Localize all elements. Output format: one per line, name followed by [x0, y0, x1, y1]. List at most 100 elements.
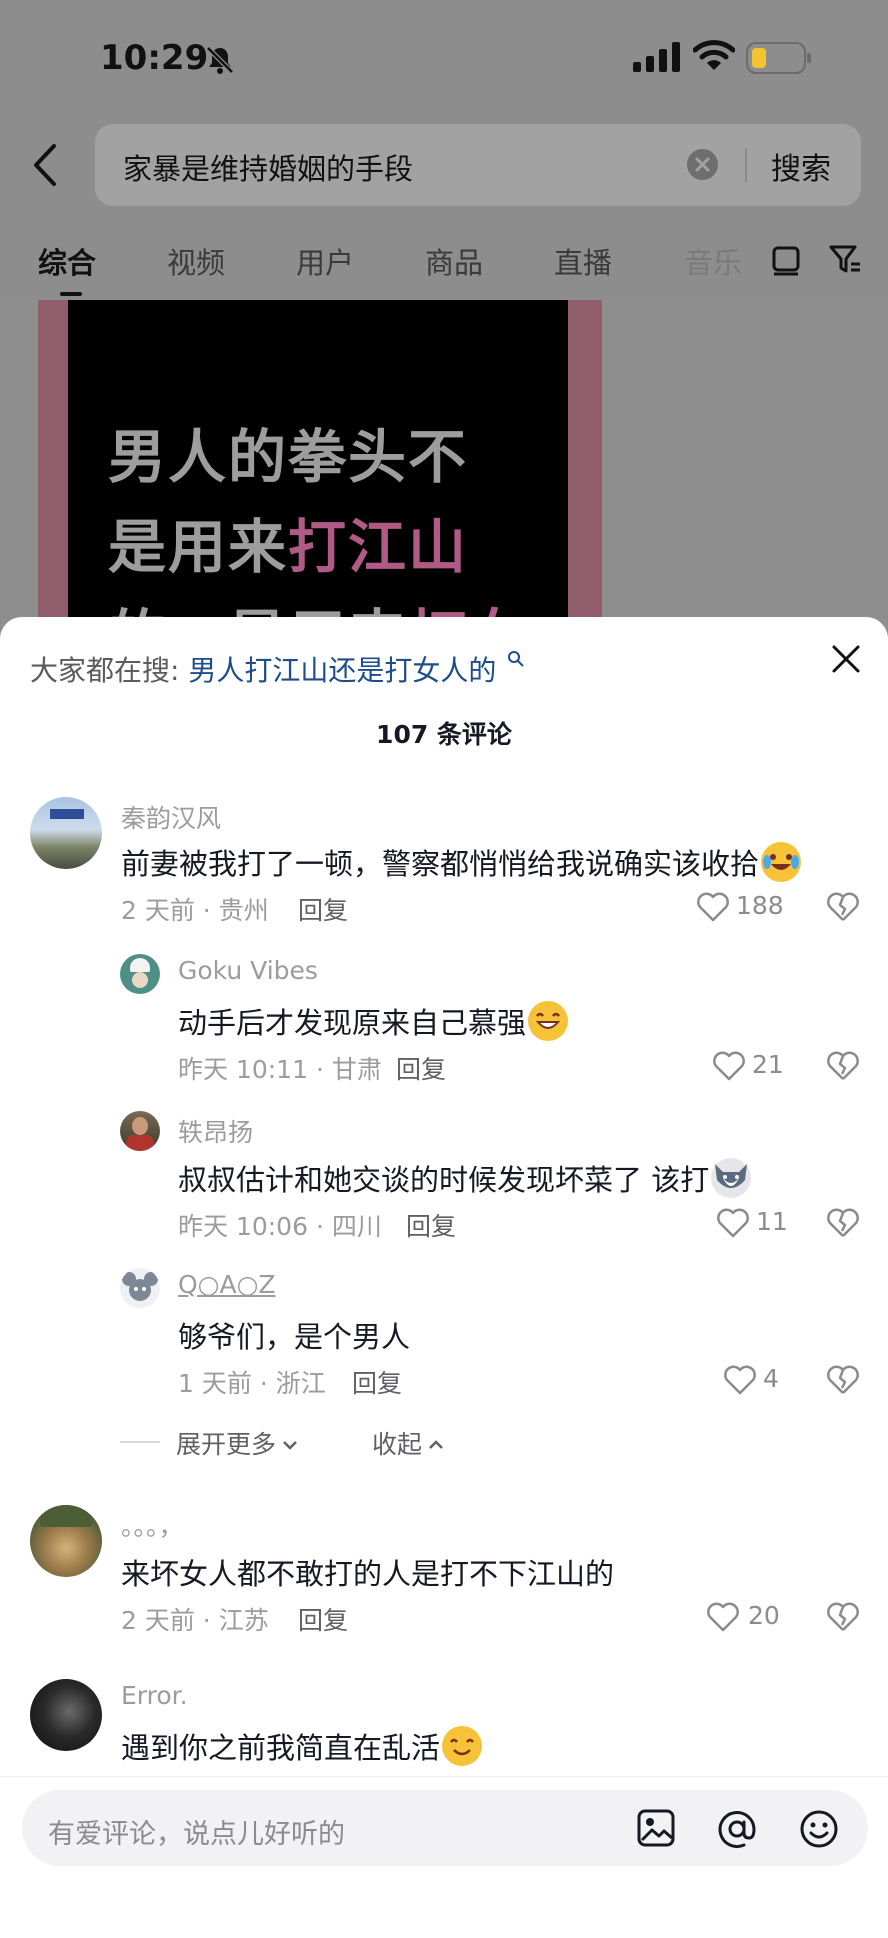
reply-button[interactable]: 回复	[298, 1601, 348, 1637]
avatar[interactable]	[120, 954, 160, 994]
result-tabs: 综合 视频 用户 商品 直播 音乐	[0, 232, 888, 302]
replies-toggle-row: 展开更多 收起	[0, 1421, 888, 1461]
comment-meta: 2 天前 · 贵州	[121, 896, 269, 925]
avatar[interactable]	[120, 1268, 160, 1308]
reply-button[interactable]: 回复	[298, 891, 348, 927]
back-arrow-icon[interactable]	[26, 140, 66, 190]
status-bar: 10:29	[0, 0, 888, 115]
comment-text: 来坏女人都不敢打的人是打不下江山的	[121, 1557, 615, 1591]
like-count: 188	[736, 891, 784, 920]
active-tab-indicator	[60, 292, 82, 296]
hot-search-prefix: 大家都在搜:	[30, 654, 180, 687]
comment-author[interactable]: Q○A○Z	[178, 1270, 276, 1299]
collapse-button[interactable]: 收起	[372, 1425, 446, 1461]
comment-text: 叔叔估计和她交谈的时候发现坏菜了 该打	[178, 1157, 752, 1199]
filter-icon[interactable]	[828, 242, 862, 276]
heart-icon[interactable]	[696, 891, 730, 923]
cellular-signal-icon	[633, 42, 680, 72]
tab-users[interactable]: 用户	[296, 240, 354, 282]
heart-icon[interactable]	[723, 1364, 757, 1396]
broken-heart-icon[interactable]	[826, 1601, 860, 1633]
hot-search-suggestion[interactable]: 大家都在搜: 男人打江山还是打女人的	[30, 649, 525, 689]
laugh-cry-emoji	[761, 842, 802, 882]
reply-button[interactable]: 回复	[396, 1050, 446, 1086]
tab-music[interactable]: 音乐	[684, 240, 742, 282]
heart-icon[interactable]	[706, 1601, 740, 1633]
comment-item: 。。。， 来坏女人都不敢打的人是打不下江山的 2 天前 · 江苏 回复 20	[0, 1505, 888, 1655]
comment-author[interactable]: Goku Vibes	[178, 956, 318, 985]
image-icon[interactable]	[636, 1808, 676, 1848]
video-result[interactable]: 男人的拳头不 是用来打江山 的，是用来打女	[0, 300, 888, 630]
comment-sheet: 大家都在搜: 男人打江山还是打女人的 107 条评论 秦韵汉风 前妻被我打了一顿…	[0, 617, 888, 1938]
chevron-up-icon	[429, 1440, 443, 1449]
smile-emoji	[442, 1726, 483, 1766]
video-caption-line1: 男人的拳头不	[108, 423, 469, 491]
comment-author[interactable]: 轶昂扬	[178, 1113, 253, 1149]
comment-text: 动手后才发现原来自己慕强	[178, 1000, 569, 1042]
comment-author[interactable]: 秦韵汉风	[121, 799, 221, 835]
search-input[interactable]: 家暴是维持婚姻的手段 搜索	[95, 124, 861, 206]
comment-input-bar: 有爱评论，说点儿好听的	[0, 1776, 888, 1938]
battery-icon	[746, 42, 811, 74]
video-caption-line2: 是用来打江山	[108, 513, 469, 581]
comment-author[interactable]: Error.	[121, 1681, 188, 1710]
grin-emoji	[528, 1001, 569, 1041]
avatar[interactable]	[30, 1679, 102, 1751]
emoji-icon[interactable]	[798, 1808, 840, 1850]
search-button[interactable]: 搜索	[771, 144, 831, 188]
divider-line	[120, 1441, 160, 1443]
like-count: 11	[756, 1207, 788, 1236]
clear-icon[interactable]	[687, 149, 718, 180]
comment-meta: 昨天 10:06 · 四川	[178, 1212, 382, 1241]
broken-heart-icon[interactable]	[826, 1050, 860, 1082]
comment-meta: 1 天前 · 浙江	[178, 1369, 326, 1398]
chevron-down-icon	[283, 1441, 297, 1450]
comment-item: Error. 遇到你之前我简直在乱活	[0, 1679, 888, 1779]
tab-live[interactable]: 直播	[554, 240, 612, 282]
comment-text: 够爷们，是个男人	[178, 1320, 411, 1354]
tab-general[interactable]: 综合	[38, 240, 96, 282]
bell-muted-icon	[206, 46, 234, 74]
comment-input-placeholder: 有爱评论，说点儿好听的	[48, 1819, 345, 1850]
comment-text: 前妻被我打了一顿，警察都悄悄给我说确实该收拾	[121, 841, 802, 883]
husky-emoji	[711, 1158, 752, 1198]
search-small-icon	[508, 651, 524, 667]
broken-heart-icon[interactable]	[826, 1364, 860, 1396]
like-count: 4	[763, 1364, 779, 1393]
video-thumbnail[interactable]: 男人的拳头不 是用来打江山 的，是用来打女	[38, 300, 602, 630]
expand-more-button[interactable]: 展开更多	[176, 1425, 300, 1461]
layout-toggle-icon[interactable]	[770, 242, 802, 276]
reply-item: Q○A○Z 够爷们，是个男人 1 天前 · 浙江 回复 4	[0, 1268, 888, 1418]
clear-x-icon	[695, 157, 710, 172]
comment-author[interactable]: 。。。，	[121, 1507, 184, 1543]
search-divider	[745, 148, 747, 182]
video-cover: 男人的拳头不 是用来打江山 的，是用来打女	[68, 300, 568, 630]
heart-icon[interactable]	[716, 1207, 750, 1239]
search-query: 家暴是维持婚姻的手段	[123, 152, 414, 186]
avatar[interactable]	[120, 1111, 160, 1151]
reply-button[interactable]: 回复	[406, 1207, 456, 1243]
reply-item: Goku Vibes 动手后才发现原来自己慕强 昨天 10:11 · 甘肃 回复…	[0, 954, 888, 1104]
avatar-sign	[50, 809, 84, 819]
like-count: 20	[748, 1601, 780, 1630]
comment-meta: 2 天前 · 江苏	[121, 1606, 269, 1635]
comment-item: 秦韵汉风 前妻被我打了一顿，警察都悄悄给我说确实该收拾 2 天前 · 贵州 回复…	[0, 797, 888, 957]
heart-icon[interactable]	[712, 1050, 746, 1082]
avatar[interactable]	[30, 1505, 102, 1577]
status-time: 10:29	[100, 38, 209, 78]
tab-products[interactable]: 商品	[425, 240, 483, 282]
hot-search-link[interactable]: 男人打江山还是打女人的	[188, 654, 496, 687]
avatar[interactable]	[30, 797, 102, 869]
broken-heart-icon[interactable]	[826, 891, 860, 923]
comment-input[interactable]: 有爱评论，说点儿好听的	[22, 1790, 868, 1866]
like-count: 21	[752, 1050, 784, 1079]
mention-icon[interactable]	[716, 1808, 758, 1850]
reply-button[interactable]: 回复	[352, 1364, 402, 1400]
wifi-icon	[693, 40, 735, 70]
reply-item: 轶昂扬 叔叔估计和她交谈的时候发现坏菜了 该打 昨天 10:06 · 四川 回复…	[0, 1111, 888, 1261]
comment-text: 遇到你之前我简直在乱活	[121, 1725, 483, 1767]
tab-video[interactable]: 视频	[167, 240, 225, 282]
broken-heart-icon[interactable]	[826, 1207, 860, 1239]
close-icon[interactable]	[828, 641, 864, 677]
comment-meta: 昨天 10:11 · 甘肃	[178, 1055, 382, 1084]
